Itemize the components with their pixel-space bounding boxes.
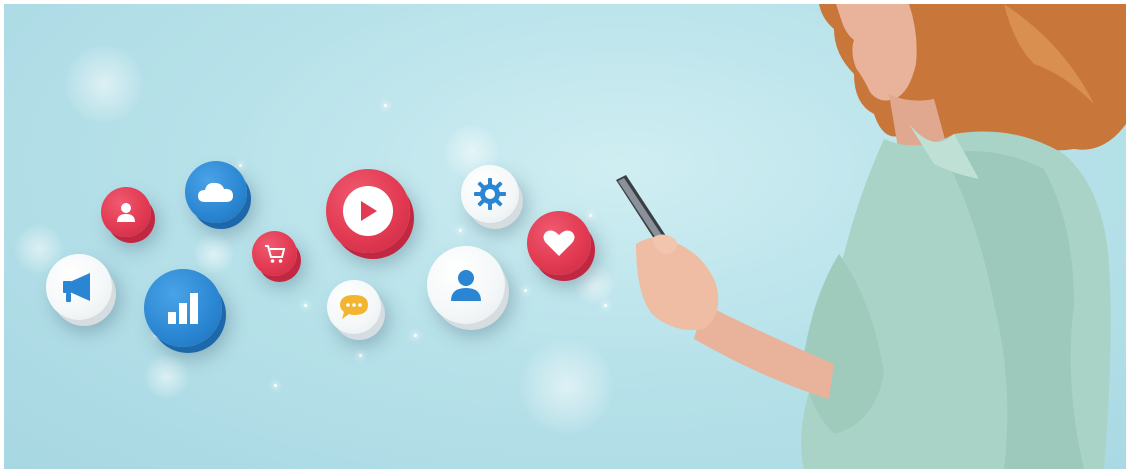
hand <box>636 237 719 330</box>
photo-frame <box>4 4 1126 469</box>
woman-illustration <box>616 4 1126 469</box>
